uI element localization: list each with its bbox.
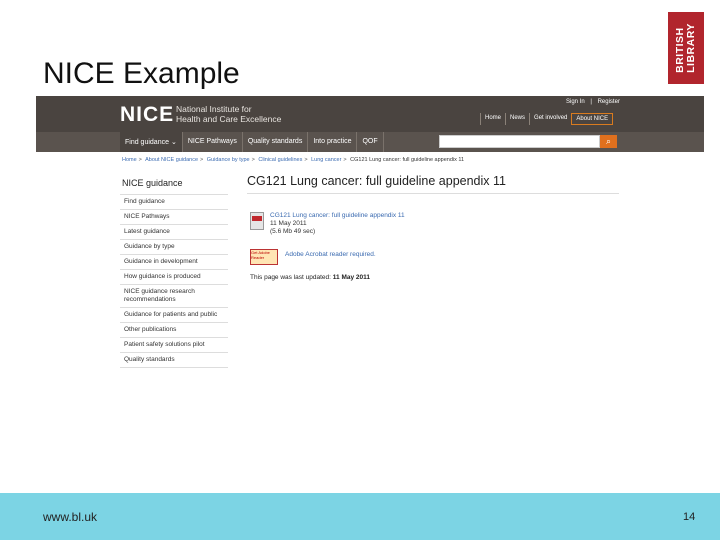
nice-logo[interactable]: NICE xyxy=(120,103,174,127)
breadcrumb-current: CG121 Lung cancer: full guideline append… xyxy=(350,157,465,163)
document-link[interactable]: CG121 Lung cancer: full guideline append… xyxy=(270,212,405,220)
sidebar-item-nice-pathways[interactable]: NICE Pathways xyxy=(120,209,228,224)
sidebar-item-other-publications[interactable]: Other publications xyxy=(120,322,228,337)
sidebar-item-research-recommendations[interactable]: NICE guidance research recommendations xyxy=(120,284,228,307)
breadcrumb-guidance-type[interactable]: Guidance by type xyxy=(207,157,250,163)
top-nav-home[interactable]: Home xyxy=(480,113,505,125)
sign-in-link[interactable]: Sign In xyxy=(564,99,587,105)
nav-qof[interactable]: QOF xyxy=(357,132,384,152)
slide-footer: www.bl.uk 14 xyxy=(0,493,720,540)
account-links: Sign In | Register xyxy=(564,99,622,105)
account-links-separator: | xyxy=(590,99,592,105)
search-button[interactable]: ⌕ xyxy=(600,135,617,148)
sidebar-title: NICE guidance xyxy=(122,178,183,188)
sidebar-item-patient-safety[interactable]: Patient safety solutions pilot xyxy=(120,337,228,352)
nice-subtitle-line2: Health and Care Excellence xyxy=(176,113,282,124)
sidebar-item-latest-guidance[interactable]: Latest guidance xyxy=(120,224,228,239)
top-nav-get-involved[interactable]: Get involved xyxy=(529,113,571,125)
last-updated: This page was last updated: 11 May 2011 xyxy=(250,274,370,281)
top-nav: Home News Get involved About NICE xyxy=(480,113,614,125)
nice-screenshot: NICE National Institute for Health and C… xyxy=(36,96,704,396)
page-title: CG121 Lung cancer: full guideline append… xyxy=(247,174,506,188)
document-date: 11 May 2011 xyxy=(270,220,307,227)
search-icon: ⌕ xyxy=(605,136,612,146)
sidebar-item-quality-standards[interactable]: Quality standards xyxy=(120,352,228,368)
breadcrumb-clinical-guidelines[interactable]: Clinical guidelines xyxy=(258,157,302,163)
nav-into-practice[interactable]: Into practice xyxy=(308,132,358,152)
search-input[interactable] xyxy=(439,135,600,148)
last-updated-date: 11 May 2011 xyxy=(332,274,370,281)
sidebar-item-guidance-by-type[interactable]: Guidance by type xyxy=(120,239,228,254)
chevron-down-icon: ⌄ xyxy=(170,139,177,146)
top-nav-about-nice[interactable]: About NICE xyxy=(571,113,614,125)
nice-subtitle: National Institute for Health and Care E… xyxy=(176,104,282,124)
slide-title: NICE Example xyxy=(43,57,240,90)
sidebar-item-find-guidance[interactable]: Find guidance xyxy=(120,194,228,209)
breadcrumb: Home > About NICE guidance > Guidance by t… xyxy=(122,157,465,163)
nav-nice-pathways[interactable]: NICE Pathways xyxy=(183,132,243,152)
nav-find-guidance[interactable]: Find guidance ⌄ xyxy=(120,132,183,152)
last-updated-label: This page was last updated: xyxy=(250,274,331,281)
document-size: (5.6 Mb 49 sec) xyxy=(270,228,316,235)
british-library-logo: BRITISH LIBRARY xyxy=(668,12,704,84)
adobe-reader-link[interactable]: Adobe Acrobat reader required. xyxy=(285,251,376,258)
title-divider xyxy=(247,193,619,194)
document-entry: CG121 Lung cancer: full guideline append… xyxy=(270,212,405,236)
nice-header: NICE National Institute for Health and C… xyxy=(36,96,704,132)
main-nav: Find guidance ⌄ NICE Pathways Quality st… xyxy=(36,132,704,152)
breadcrumb-lung-cancer[interactable]: Lung cancer xyxy=(311,157,341,163)
footer-url: www.bl.uk xyxy=(43,510,98,524)
sidebar-item-guidance-in-development[interactable]: Guidance in development xyxy=(120,254,228,269)
sidebar: Find guidance NICE Pathways Latest guida… xyxy=(120,194,228,368)
breadcrumb-about[interactable]: About NICE guidance xyxy=(145,157,198,163)
page-number: 14 xyxy=(683,511,696,523)
register-link[interactable]: Register xyxy=(596,99,622,105)
breadcrumb-home[interactable]: Home xyxy=(122,157,137,163)
nav-quality-standards[interactable]: Quality standards xyxy=(243,132,309,152)
sidebar-item-how-guidance-produced[interactable]: How guidance is produced xyxy=(120,269,228,284)
adobe-reader-icon[interactable]: Get Adobe Reader xyxy=(250,249,278,265)
sidebar-item-patients-public[interactable]: Guidance for patients and public xyxy=(120,307,228,322)
bl-logo-line2: LIBRARY xyxy=(685,23,697,73)
top-nav-news[interactable]: News xyxy=(505,113,529,125)
nav-find-guidance-label: Find guidance xyxy=(125,139,169,146)
pdf-icon[interactable] xyxy=(250,212,264,230)
